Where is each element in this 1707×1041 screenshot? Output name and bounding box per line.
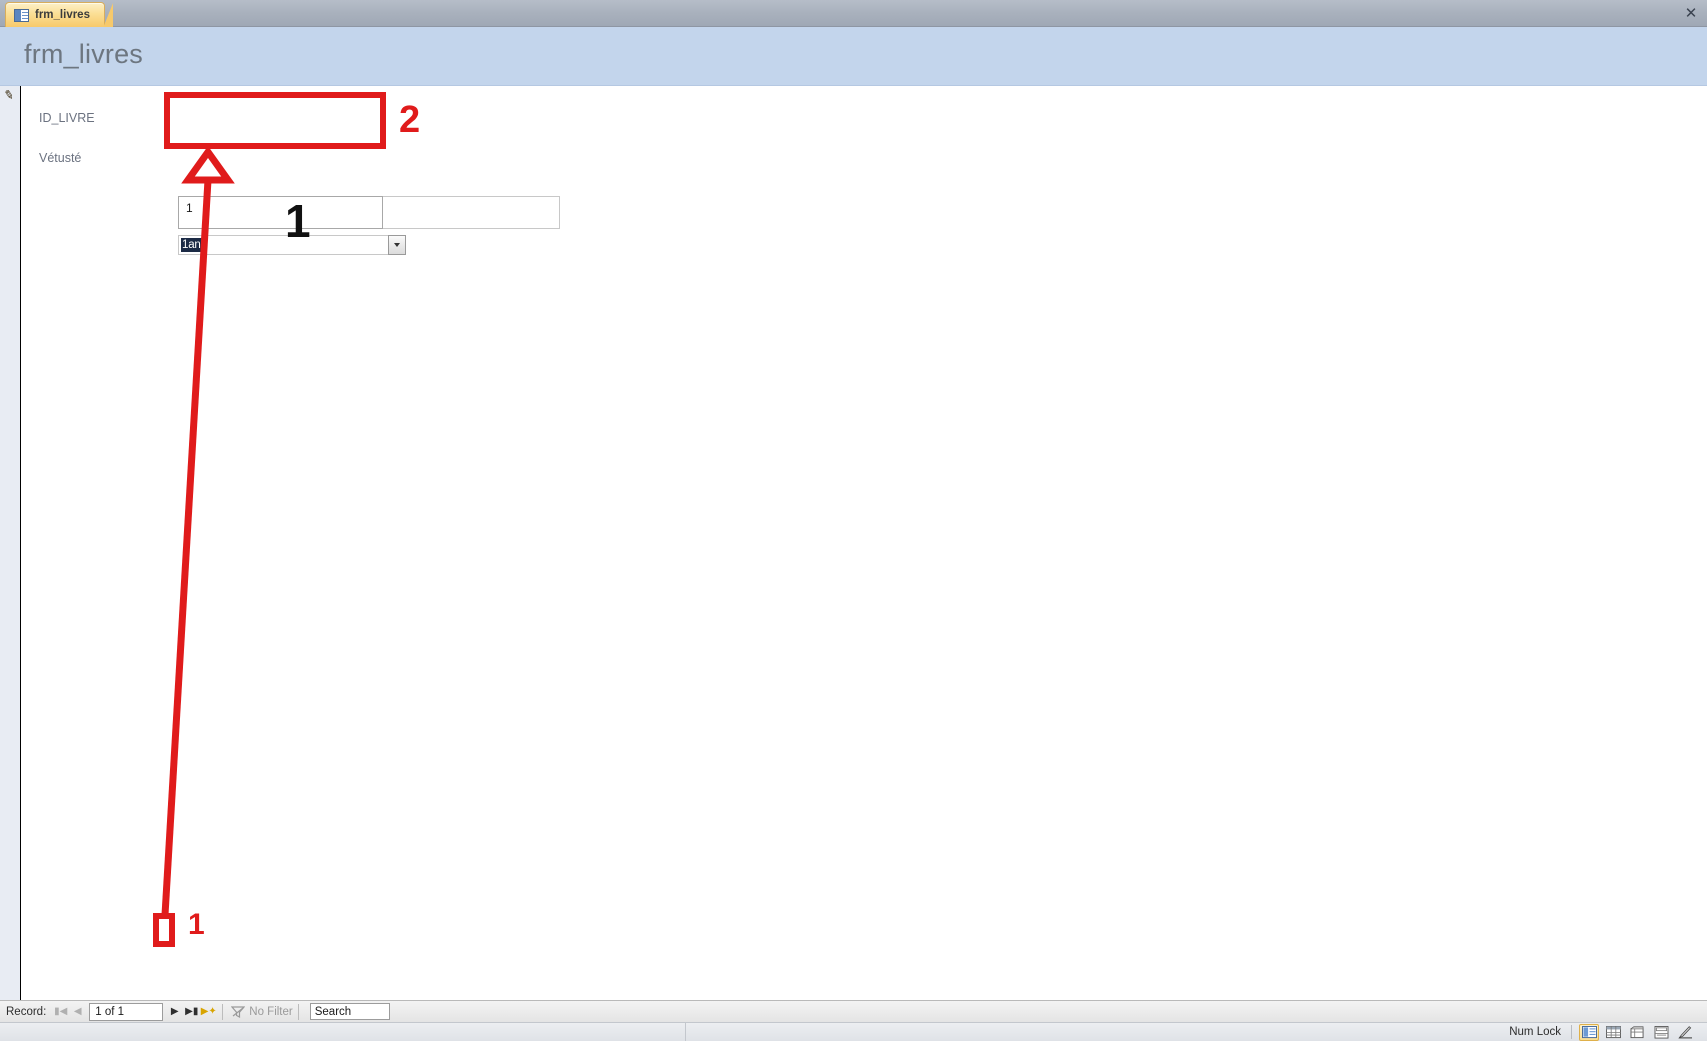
caret-glyph [394, 243, 400, 247]
record-position-input[interactable]: 1 of 1 [89, 1002, 164, 1021]
edit-pencil-icon: ✎ [2, 87, 16, 103]
chevron-down-icon[interactable] [388, 235, 406, 255]
last-record-icon[interactable]: ▶▮ [183, 1003, 200, 1021]
form-detail-area: ✎ ID_LIVRE 1 Vétusté 1an [0, 86, 1707, 1000]
new-record-icon[interactable]: ▶✦ [200, 1003, 217, 1021]
field-label-id-livre: ID_LIVRE [39, 111, 95, 125]
document-tab-strip: frm_livres ✕ [0, 0, 1707, 28]
filter-status-label: No Filter [249, 1005, 293, 1018]
record-navigator-label: Record: [6, 1005, 47, 1018]
pivottable-view-icon[interactable] [1627, 1024, 1647, 1041]
form-view-icon[interactable] [1579, 1023, 1599, 1041]
vetuste-combobox-text[interactable]: 1an [179, 236, 388, 254]
field-label-vetuste: Vétusté [39, 151, 82, 165]
document-tab-frm-livres[interactable]: frm_livres [5, 2, 113, 28]
layout-view-icon[interactable] [1651, 1024, 1671, 1041]
status-bar-left-panel [0, 1023, 686, 1041]
form-header: frm_livres [0, 27, 1707, 86]
status-bar-divider [1571, 1025, 1572, 1039]
access-form-window: frm_livres ✕ frm_livres ✎ ID_LIVRE 1 Vét… [0, 0, 1707, 1041]
record-navigator: Record: ▮◀ ◀ 1 of 1 ▶ ▶▮ ▶✦ No Filter Se… [0, 1000, 1707, 1022]
document-tab-label: frm_livres [35, 9, 90, 21]
status-bar: Num Lock [0, 1022, 1707, 1041]
navbar-divider [222, 1003, 224, 1020]
datasheet-view-icon[interactable] [1603, 1024, 1623, 1041]
vetuste-combobox[interactable]: 1an [178, 235, 406, 255]
record-selector-gutter[interactable]: ✎ [0, 86, 21, 1000]
navbar-divider-2 [297, 1003, 299, 1020]
close-icon[interactable]: ✕ [1681, 3, 1701, 23]
previous-record-icon[interactable]: ◀ [69, 1003, 86, 1021]
view-shortcuts [1579, 1023, 1699, 1041]
next-record-icon[interactable]: ▶ [166, 1003, 183, 1021]
vetuste-selected-value: 1an [181, 238, 202, 252]
design-view-icon[interactable] [1675, 1024, 1695, 1041]
first-record-icon[interactable]: ▮◀ [52, 1003, 69, 1021]
form-icon [14, 8, 29, 22]
id-livre-value: 1 [186, 201, 193, 215]
search-input[interactable]: Search [309, 1003, 390, 1020]
numlock-indicator: Num Lock [1509, 1026, 1561, 1038]
id-livre-input[interactable]: 1 [178, 196, 383, 229]
filter-status-group[interactable]: No Filter [230, 1005, 293, 1019]
page-title: frm_livres [24, 39, 144, 69]
filter-icon [230, 1005, 246, 1019]
